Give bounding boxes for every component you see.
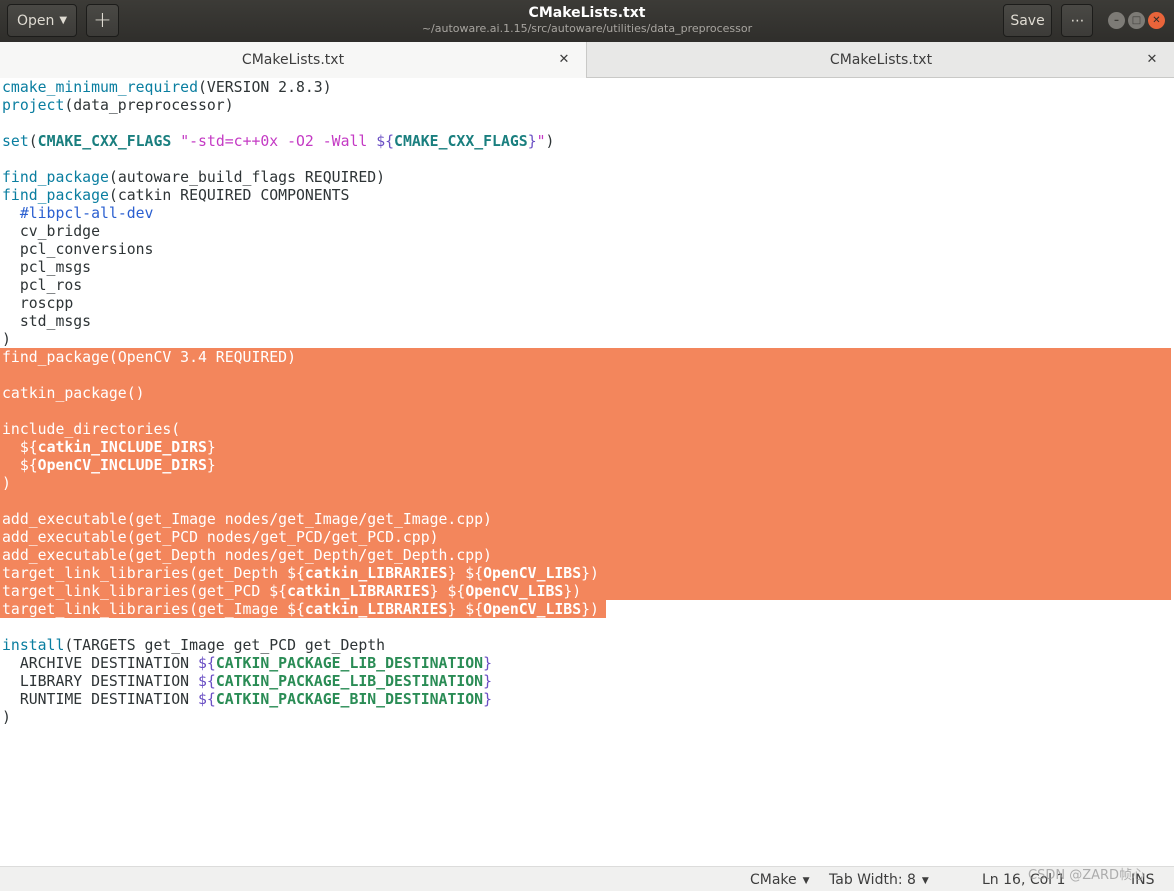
open-button[interactable]: Open ▼	[7, 4, 77, 37]
code-line: add_executable(get_Depth nodes/get_Depth…	[2, 547, 492, 564]
code-line: find_package(OpenCV 3.4 REQUIRED)	[2, 349, 296, 366]
code-line: include_directories(	[2, 421, 181, 438]
chevron-down-icon: ▼	[921, 876, 929, 886]
maximize-icon: □	[1131, 15, 1142, 26]
code-line: )	[2, 331, 11, 348]
hamburger-menu-button[interactable]: ⋯	[1061, 4, 1093, 37]
new-document-button[interactable]: +	[86, 4, 119, 37]
tab-close-icon[interactable]: ✕	[1144, 51, 1160, 67]
code-line: catkin_package()	[2, 385, 145, 402]
maximize-button[interactable]: □	[1128, 12, 1145, 29]
watermark: CSDN @ZARD帧心	[1028, 868, 1146, 883]
code-line: target_link_libraries(get_Depth ${catkin…	[2, 565, 599, 582]
open-button-label: Open	[16, 12, 55, 29]
window-subtitle: ~/autoware.ai.1.15/src/autoware/utilitie…	[421, 22, 753, 35]
code-line: project(data_preprocessor)	[2, 97, 234, 114]
tab-cmakelists-2[interactable]: CMakeLists.txt ✕	[588, 42, 1174, 78]
code-line: pcl_ros	[2, 277, 83, 294]
code-line: cmake_minimum_required(VERSION 2.8.3)	[2, 79, 332, 96]
tab-width-selector[interactable]: Tab Width: 8 ▼	[829, 870, 929, 890]
code-line: add_executable(get_PCD nodes/get_PCD/get…	[2, 529, 439, 546]
close-icon: ✕	[1152, 15, 1161, 26]
language-label: CMake	[750, 872, 797, 888]
code-line: pcl_conversions	[2, 241, 154, 258]
chevron-down-icon: ▼	[802, 876, 810, 886]
language-selector[interactable]: CMake ▼	[750, 870, 810, 890]
code-line: std_msgs	[2, 313, 92, 330]
header-bar: Open ▼ + CMakeLists.txt ~/autoware.ai.1.…	[0, 0, 1174, 42]
minimize-icon: –	[1114, 15, 1119, 26]
code-line: ${OpenCV_INCLUDE_DIRS}	[19, 457, 216, 474]
text-editor[interactable]: cmake_minimum_required(VERSION 2.8.3) pro…	[0, 78, 1174, 866]
code-line: ${catkin_INCLUDE_DIRS}	[19, 439, 216, 456]
window-title-area: CMakeLists.txt ~/autoware.ai.1.15/src/au…	[300, 4, 874, 36]
code-line: RUNTIME DESTINATION ${CATKIN_PACKAGE_BIN…	[2, 691, 493, 708]
code-line: set(CMAKE_CXX_FLAGS "-std=c++0x -O2 -Wal…	[2, 133, 555, 150]
code-line: pcl_msgs	[2, 259, 92, 276]
tab-label: CMakeLists.txt	[241, 52, 345, 68]
close-window-button[interactable]: ✕	[1148, 12, 1165, 29]
code-line: target_link_libraries(get_Image ${catkin…	[2, 601, 599, 618]
code-line: add_executable(get_Image nodes/get_Image…	[2, 511, 492, 528]
code-line: roscpp	[2, 295, 74, 312]
tab-close-icon[interactable]: ✕	[556, 51, 572, 67]
window-title: CMakeLists.txt	[528, 5, 646, 21]
code-line: )	[2, 475, 11, 492]
code-line: install(TARGETS get_Image get_PCD get_De…	[2, 637, 386, 654]
tab-cmakelists-1[interactable]: CMakeLists.txt ✕	[0, 42, 587, 78]
tab-bar: CMakeLists.txt ✕ CMakeLists.txt ✕	[0, 42, 1174, 78]
code-line: LIBRARY DESTINATION ${CATKIN_PACKAGE_LIB…	[2, 673, 493, 690]
minimize-button[interactable]: –	[1108, 12, 1125, 29]
code-line: cv_bridge	[2, 223, 100, 240]
code-line: #libpcl-all-dev	[19, 205, 154, 222]
code-line: target_link_libraries(get_PCD ${catkin_L…	[2, 583, 582, 600]
status-bar: CMake ▼ Tab Width: 8 ▼ Ln 16, Col 1 INS	[0, 866, 1174, 891]
more-icon: ⋯	[1070, 12, 1085, 29]
code-line: )	[2, 709, 11, 726]
tab-width-label: Tab Width: 8	[829, 872, 916, 888]
code-line: find_package(catkin REQUIRED COMPONENTS	[2, 187, 350, 204]
code-line: find_package(autoware_build_flags REQUIR…	[2, 169, 386, 186]
chevron-down-icon: ▼	[59, 15, 68, 26]
save-button[interactable]: Save	[1003, 4, 1052, 37]
code-line: ARCHIVE DESTINATION ${CATKIN_PACKAGE_LIB…	[2, 655, 493, 672]
tab-label: CMakeLists.txt	[829, 52, 933, 68]
plus-icon: +	[93, 8, 112, 33]
